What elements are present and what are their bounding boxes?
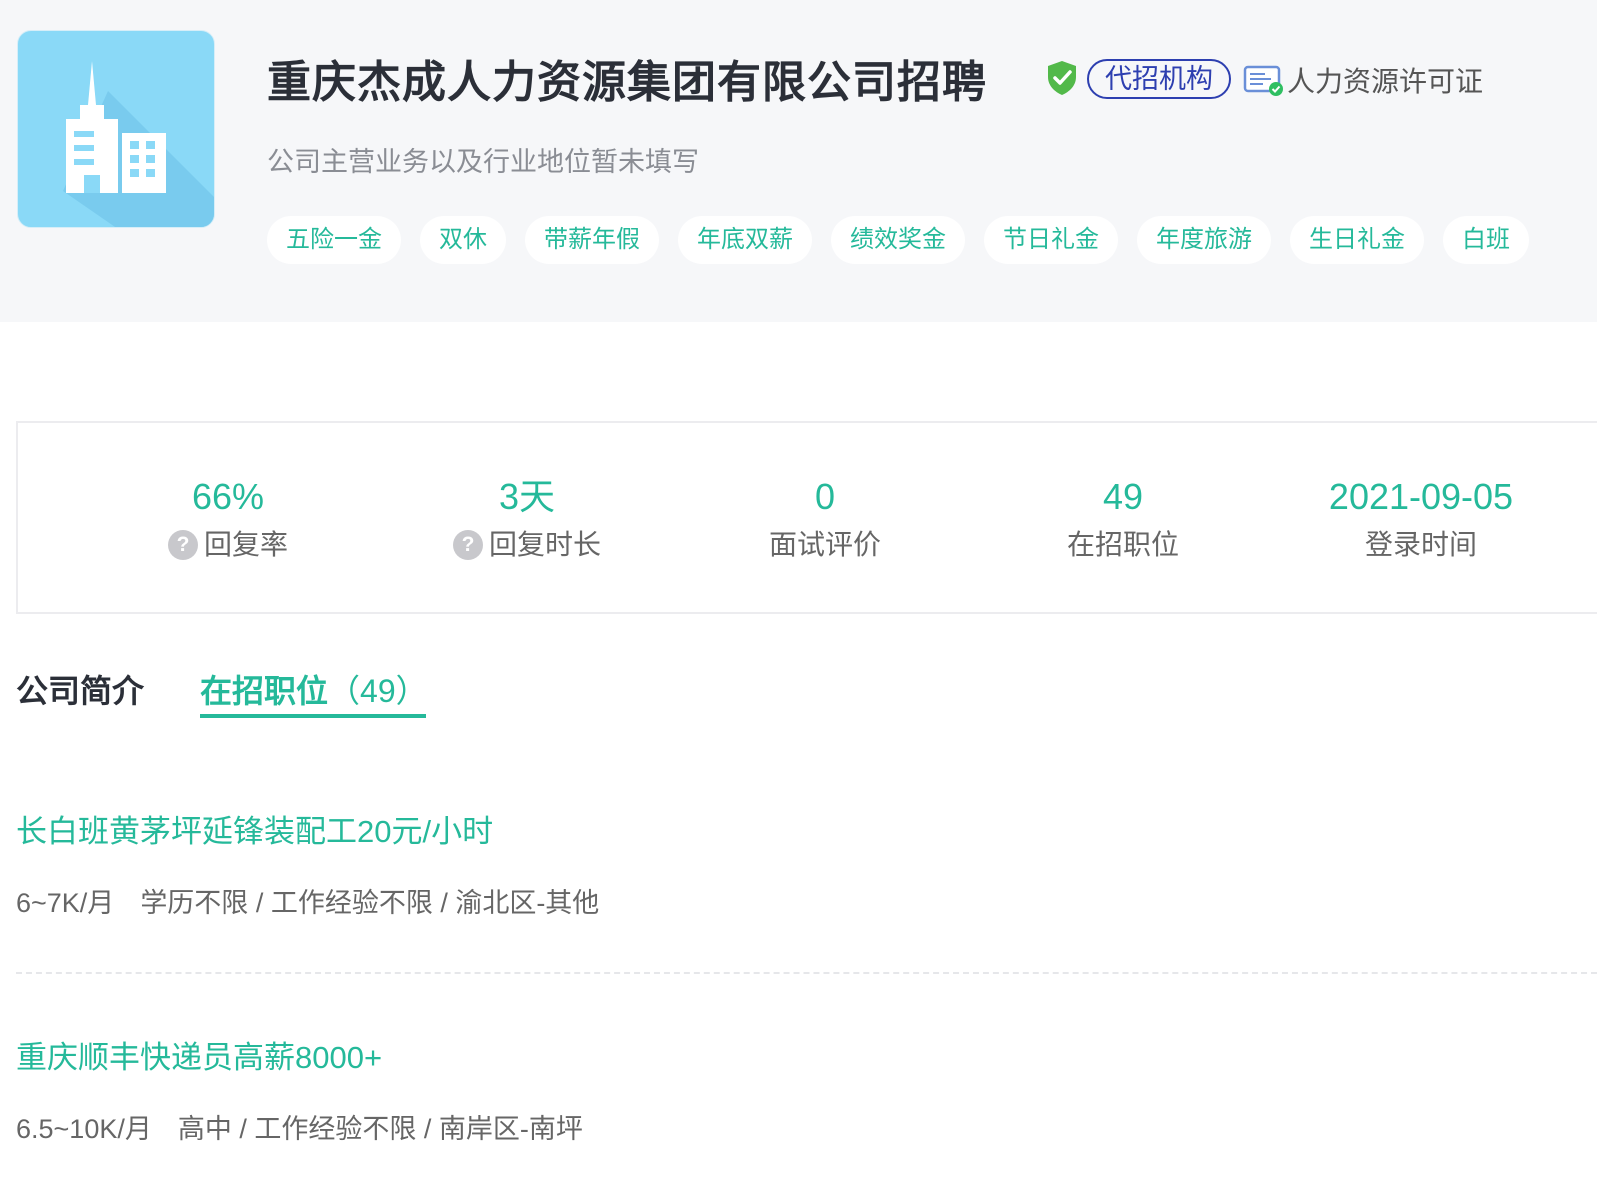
stat-value: 3天 [498,476,556,517]
benefit-tag: 绩效奖金 [831,216,965,264]
job-details: 高中 / 工作经验不限 / 南岸区-南坪 [177,1114,583,1144]
building-icon [63,61,214,227]
benefit-tag: 双休 [420,216,506,264]
stat-label: 登录时间 [1364,529,1477,560]
job-meta: 6.5~10K/月 高中 / 工作经验不限 / 南岸区-南坪 [16,1107,1597,1146]
stat-label: 在招职位 [1066,529,1179,560]
stat-label: 回复时长 [488,529,601,560]
job-salary: 6.5~10K/月 [16,1114,152,1144]
job-item[interactable]: 重庆顺丰快递员高薪8000+ 6.5~10K/月 高中 / 工作经验不限 / 南岸… [16,1032,1597,1146]
stat-value: 49 [1102,476,1144,517]
stat-value: 0 [814,476,836,517]
job-item[interactable]: 长白班黄茅坪延锋装配工20元/小时 6~7K/月 学历不限 / 工作经验不限 / … [16,806,1597,920]
stat-reply-time: 3天 ? 回复时长 [397,475,657,563]
agency-badge: 代招机构 [1087,59,1231,99]
job-details: 学历不限 / 工作经验不限 / 渝北区-其他 [140,888,600,918]
question-icon[interactable]: ? [452,530,483,560]
stat-open-positions: 49 在招职位 [993,475,1253,563]
stat-interview-reviews: 0 面试评价 [695,475,955,563]
company-header: 重庆杰成人力资源集团有限公司招聘 代招机构 人力资源许可证 公司主营业务以及行业… [0,0,1597,322]
company-name: 重庆杰成人力资源集团有限公司招聘 [267,58,987,107]
question-icon[interactable]: ? [167,530,198,560]
stat-label: 回复率 [203,529,288,560]
tab-open-positions[interactable]: 在招职位（49） [200,666,428,712]
license-card-icon [1243,65,1283,96]
job-title-link[interactable]: 重庆顺丰快递员高薪8000+ [16,1032,1597,1077]
stat-login-time: 2021-09-05 登录时间 [1291,475,1551,563]
stat-value: 66% [191,476,265,517]
stat-value: 2021-09-05 [1328,476,1514,517]
benefit-tag: 白班 [1443,216,1529,264]
tab-label: 在招职位 [200,673,329,709]
stat-label: 面试评价 [768,529,881,560]
shield-check-icon [1048,61,1076,95]
benefit-tag: 年度旅游 [1137,216,1271,264]
job-salary: 6~7K/月 [16,888,115,918]
active-tab-indicator [200,714,426,718]
benefit-tag: 生日礼金 [1290,216,1424,264]
benefit-tag: 带薪年假 [525,216,659,264]
tab-company-intro[interactable]: 公司简介 [16,666,144,712]
benefit-tag: 五险一金 [267,216,401,264]
job-title-link[interactable]: 长白班黄茅坪延锋装配工20元/小时 [16,806,1597,851]
benefit-tags: 五险一金 双休 带薪年假 年底双薪 绩效奖金 节日礼金 年度旅游 生日礼金 白班 [267,216,1529,264]
stats-panel: 66% ? 回复率 3天 ? 回复时长 0 面试评价 49 在招职位 2021-… [16,421,1597,614]
job-divider [16,972,1597,974]
tab-count: （49） [328,673,428,709]
license-link[interactable]: 人力资源许可证 [1287,60,1483,100]
company-logo [17,30,215,228]
company-description: 公司主营业务以及行业地位暂未填写 [267,147,699,177]
job-meta: 6~7K/月 学历不限 / 工作经验不限 / 渝北区-其他 [16,881,1597,920]
benefit-tag: 年底双薪 [678,216,812,264]
stat-reply-rate: 66% ? 回复率 [98,475,358,563]
benefit-tag: 节日礼金 [984,216,1118,264]
